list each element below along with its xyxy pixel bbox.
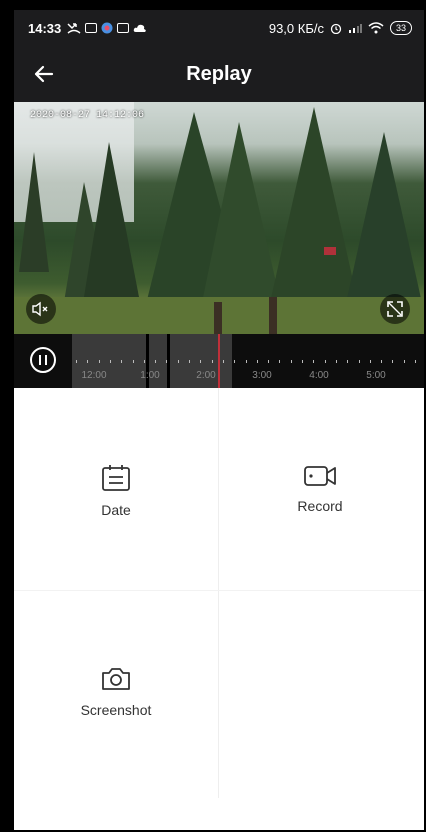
battery-icon: 33 [389, 21, 412, 35]
timeline-label: 3:00 [252, 370, 272, 381]
video-timestamp: 2020-08-27 14:12:06 [30, 110, 145, 121]
timeline-label: 12:00 [81, 370, 107, 381]
cloud-icon [134, 24, 147, 32]
pause-icon [39, 355, 41, 365]
timeline-label: 4:00 [309, 370, 329, 381]
timeline-tick [143, 360, 145, 363]
timeline-tick [132, 360, 134, 363]
video-player[interactable]: 2020-08-27 14:12:06 [14, 102, 424, 334]
timeline-tick [222, 360, 224, 363]
timeline-tick [189, 360, 190, 363]
timeline-tick [87, 360, 89, 363]
timeline-tick [109, 360, 111, 363]
timeline-tick [369, 360, 371, 363]
timeline-tick [200, 360, 202, 363]
timeline-tick [279, 360, 281, 363]
timeline-tick [98, 360, 100, 363]
timeline-tick [358, 360, 360, 363]
timeline-tick [166, 360, 168, 363]
timeline-tick [234, 360, 236, 363]
wifi-icon [368, 22, 384, 34]
mail-icon [85, 23, 98, 33]
mute-button[interactable] [26, 294, 56, 324]
timeline-tick [392, 360, 394, 363]
trees-scene [14, 107, 424, 334]
pause-button[interactable] [30, 347, 56, 373]
fullscreen-button[interactable] [380, 294, 410, 324]
timeline-tick [415, 360, 416, 363]
timeline-tick [121, 360, 123, 363]
alarm-icon [330, 23, 342, 34]
timeline-tick [177, 360, 179, 363]
record-button[interactable]: Record [270, 464, 370, 514]
timeline-tick [245, 360, 247, 363]
speaker-muted-icon [32, 301, 48, 317]
screenshot-button[interactable]: Screenshot [66, 666, 166, 718]
grid-divider [14, 590, 424, 591]
timeline-tick [403, 360, 405, 363]
timeline-label: 2:00 [196, 370, 216, 381]
timeline-tick [313, 360, 315, 363]
timeline-tick [256, 360, 258, 363]
record-label: Record [297, 498, 343, 514]
missed-call-icon [67, 23, 81, 34]
video-camera-icon [304, 466, 336, 486]
segment-marker [167, 334, 170, 388]
timeline-tick [268, 360, 270, 363]
timeline-tick [324, 360, 326, 363]
page-title: Replay [186, 63, 252, 85]
timeline-tick [335, 360, 337, 363]
fullscreen-icon [387, 301, 403, 317]
action-grid: Date Record Screenshot [14, 388, 424, 830]
playback-timeline[interactable]: 12:00 1:00 2:00 3:00 4:00 5:00 [14, 334, 424, 388]
mail-icon [117, 23, 130, 33]
timeline-tick [381, 360, 383, 363]
app-icon [101, 22, 113, 34]
timeline-tick [155, 360, 157, 363]
timeline-tick [347, 360, 349, 363]
network-speed: 93,0 КБ/с [268, 20, 324, 36]
timeline-tick [76, 360, 77, 363]
timeline-tick [211, 360, 213, 363]
signal-icon [348, 24, 362, 33]
app-bar: Replay [14, 46, 424, 102]
camera-icon [102, 668, 130, 690]
timeline-label: 5:00 [366, 370, 386, 381]
phone-screen: 14:33 93,0 КБ/с 33 Replay 2020-08-27 14:… [14, 10, 424, 830]
timeline-label: 1:00 [140, 370, 160, 381]
timeline-tick [302, 360, 303, 363]
grid-divider [218, 388, 219, 798]
status-time: 14:33 [28, 20, 62, 36]
date-label: Date [101, 502, 131, 518]
calendar-icon [102, 465, 130, 491]
status-bar: 14:33 93,0 КБ/с 33 [14, 10, 424, 46]
screenshot-label: Screenshot [80, 702, 152, 718]
playhead[interactable] [218, 334, 220, 388]
timeline-tick [290, 360, 292, 363]
date-button[interactable]: Date [66, 464, 166, 518]
